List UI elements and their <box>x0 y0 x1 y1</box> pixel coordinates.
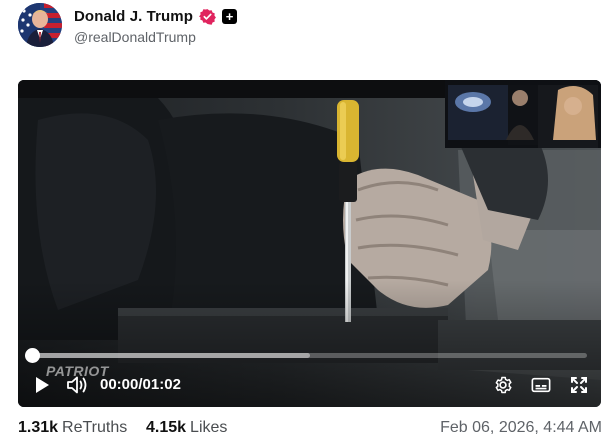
retruths-stat[interactable]: 1.31k ReTruths <box>18 419 127 437</box>
display-name[interactable]: Donald J. Trump <box>74 8 193 25</box>
likes-label: Likes <box>190 419 228 436</box>
plus-square-icon: + <box>222 9 238 24</box>
likes-count: 4.15k <box>146 419 187 436</box>
retruths-count: 1.31k <box>18 419 59 436</box>
progress-bar[interactable] <box>32 353 587 358</box>
post-timestamp[interactable]: Feb 06, 2026, 4:44 AM <box>440 419 602 437</box>
post-header: Donald J. Trump + @realDonaldTrump <box>18 3 238 47</box>
progress-handle[interactable] <box>24 348 40 363</box>
volume-icon[interactable] <box>64 371 90 399</box>
play-icon[interactable] <box>30 371 54 399</box>
video-player[interactable]: PATRIOT 00:00/01:02 <box>18 80 601 407</box>
avatar[interactable] <box>18 3 62 47</box>
verified-badge-icon <box>199 9 216 25</box>
name-row: Donald J. Trump + <box>74 6 238 28</box>
video-controls: 00:00/01:02 <box>18 371 601 399</box>
author-handle[interactable]: @realDonaldTrump <box>74 29 237 45</box>
captions-icon[interactable] <box>529 371 553 399</box>
current-time: 00:00 <box>100 376 139 393</box>
fullscreen-icon[interactable] <box>567 371 591 399</box>
post-stats: 1.31k ReTruths 4.15k Likes Feb 06, 2026, 4… <box>18 419 602 439</box>
playback-time: 00:00/01:02 <box>100 376 181 393</box>
likes-stat[interactable]: 4.15k Likes <box>146 419 227 437</box>
duration: 01:02 <box>142 376 181 393</box>
retruths-label: ReTruths <box>62 419 128 436</box>
author-names: Donald J. Trump + @realDonaldTrump <box>74 6 238 45</box>
progress-buffer <box>32 353 310 358</box>
truth-post: Donald J. Trump + @realDonaldTrump PATRI… <box>0 0 614 439</box>
gear-icon[interactable] <box>491 371 515 399</box>
